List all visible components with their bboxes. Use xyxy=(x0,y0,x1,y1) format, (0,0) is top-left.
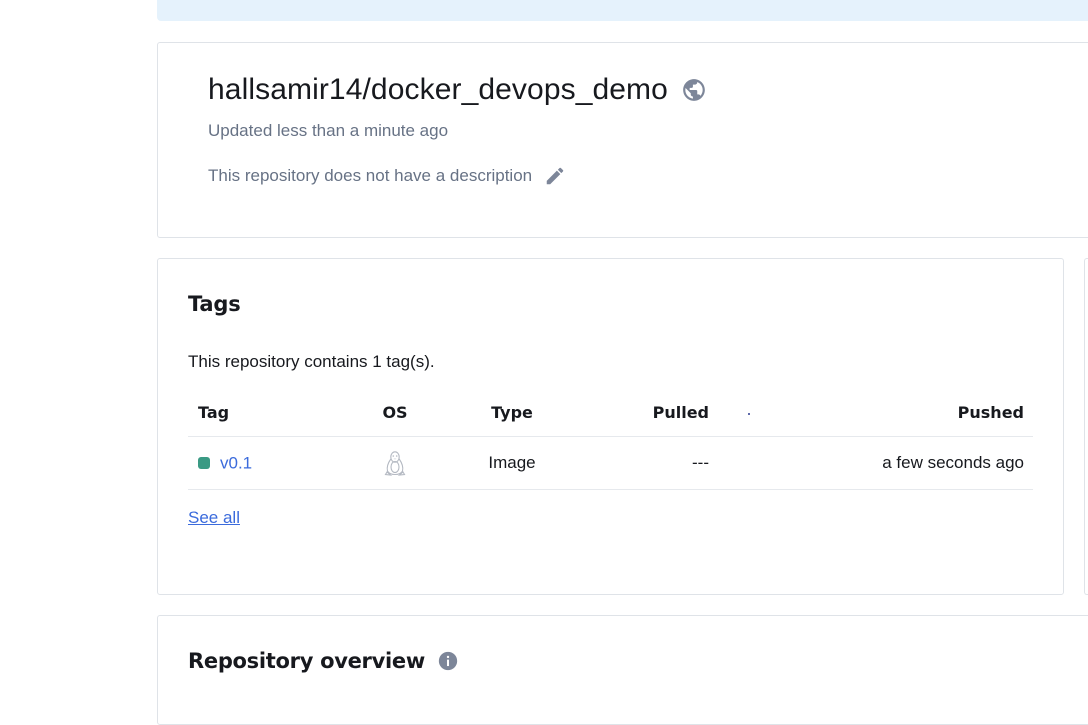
see-all-link[interactable]: See all xyxy=(188,508,240,528)
column-header-tag[interactable]: Tag xyxy=(188,389,339,437)
tags-table-header: Tag OS Type Pulled Pushed xyxy=(188,389,1033,437)
spacer-dot xyxy=(747,412,750,415)
tag-status-badge xyxy=(198,457,210,470)
column-header-os: OS xyxy=(339,389,451,437)
side-card xyxy=(1084,258,1088,595)
repo-header-card: hallsamir14/docker_devops_demo Updated l… xyxy=(157,42,1088,238)
spacer-cell xyxy=(710,436,787,490)
tags-count-text: This repository contains 1 tag(s). xyxy=(188,352,435,371)
tags-card: Tags This repository contains 1 tag(s). … xyxy=(157,258,1064,595)
repo-updated-text: Updated less than a minute ago xyxy=(208,121,449,140)
column-spacer xyxy=(710,389,787,437)
tags-table: Tag OS Type Pulled Pushed v0.1 Image ---… xyxy=(188,389,1033,490)
repo-name: hallsamir14/docker_devops_demo xyxy=(208,73,668,106)
tags-heading: Tags xyxy=(188,292,241,316)
pencil-icon[interactable] xyxy=(544,165,566,187)
column-header-pushed[interactable]: Pushed xyxy=(787,389,1033,437)
globe-icon xyxy=(681,77,707,103)
repo-description-row: This repository does not have a descript… xyxy=(208,165,566,187)
info-banner xyxy=(157,0,1088,21)
table-row: v0.1 Image --- a few seconds ago xyxy=(188,436,1033,490)
overview-heading: Repository overview xyxy=(188,649,425,673)
type-cell: Image xyxy=(451,436,573,490)
pushed-cell: a few seconds ago xyxy=(787,436,1033,490)
pulled-cell: --- xyxy=(573,436,710,490)
column-header-type: Type xyxy=(451,389,573,437)
linux-icon xyxy=(384,450,406,476)
tag-link[interactable]: v0.1 xyxy=(220,453,252,472)
column-header-pulled[interactable]: Pulled xyxy=(573,389,710,437)
overview-heading-row: Repository overview xyxy=(188,649,459,673)
tag-cell: v0.1 xyxy=(188,436,339,490)
os-cell xyxy=(339,436,451,490)
repo-title-row: hallsamir14/docker_devops_demo xyxy=(208,73,707,107)
repo-description: This repository does not have a descript… xyxy=(208,166,533,185)
info-icon[interactable] xyxy=(437,650,459,672)
